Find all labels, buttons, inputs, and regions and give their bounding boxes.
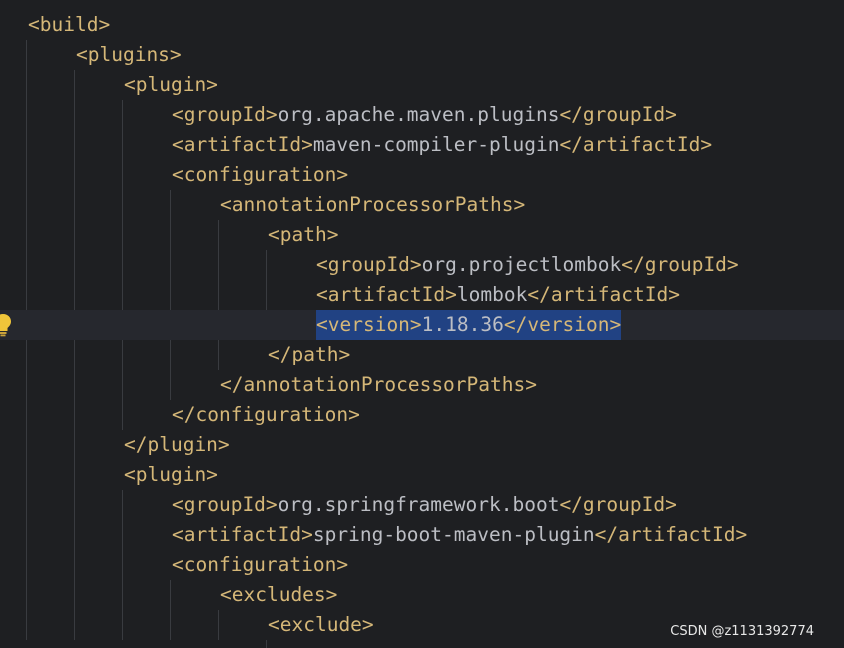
- code-text: </path>: [268, 340, 350, 370]
- xml-tag: </artifactId>: [527, 283, 680, 306]
- code-text: <build>: [28, 10, 110, 40]
- xml-value: maven-compiler-plugin: [312, 133, 560, 156]
- xml-tag: <artifactId>: [172, 133, 313, 156]
- code-text: <plugin>: [124, 70, 218, 100]
- xml-tag: <version>: [316, 313, 422, 336]
- code-text: <configuration>: [172, 550, 348, 580]
- xml-tag: </groupId>: [559, 103, 677, 126]
- code-text: <groupId>org.apache.maven.plugins</group…: [172, 100, 677, 130]
- code-text: <groupId>org.springframework.boot</group…: [172, 490, 677, 520]
- code-text: <annotationProcessorPaths>: [220, 190, 525, 220]
- code-text: </configuration>: [172, 400, 360, 430]
- xml-tag: </groupId>: [559, 493, 677, 516]
- code-line[interactable]: <plugin>: [0, 460, 844, 490]
- xml-tag: </configuration>: [172, 403, 360, 426]
- watermark: CSDN @z1131392774: [670, 624, 814, 639]
- xml-tag: </groupId>: [621, 253, 739, 276]
- code-line[interactable]: <artifactId>lombok</artifactId>: [0, 280, 844, 310]
- code-line[interactable]: <build>: [0, 10, 844, 40]
- code-text: <plugins>: [76, 40, 182, 70]
- selected-text: <version>1.18.36</version>: [316, 310, 622, 340]
- code-text: <artifactId>spring-boot-maven-plugin</ar…: [172, 520, 747, 550]
- xml-tag: <plugin>: [124, 463, 218, 486]
- xml-value: spring-boot-maven-plugin: [312, 523, 595, 546]
- code-line[interactable]: </path>: [0, 340, 844, 370]
- xml-tag: </path>: [268, 343, 351, 366]
- code-line[interactable]: <artifactId>maven-compiler-plugin</artif…: [0, 130, 844, 160]
- xml-tag: </version>: [503, 313, 622, 336]
- xml-tag: </artifactId>: [559, 133, 713, 156]
- xml-tag: <annotationProcessorPaths>: [220, 193, 526, 216]
- xml-tag: <groupId>: [316, 253, 422, 276]
- code-line[interactable]: <configuration>: [0, 550, 844, 580]
- code-text: <path>: [268, 220, 338, 250]
- code-line[interactable]: <artifactId>spring-boot-maven-plugin</ar…: [0, 520, 844, 550]
- code-line[interactable]: <plugins>: [0, 40, 844, 70]
- xml-value: lombok: [456, 283, 528, 306]
- code-line[interactable]: <groupId>org.apache.maven.plugins</group…: [0, 100, 844, 130]
- xml-tag: <artifactId>: [172, 523, 313, 546]
- code-text: <configuration>: [172, 160, 348, 190]
- code-line[interactable]: </configuration>: [0, 400, 844, 430]
- code-line[interactable]: <configuration>: [0, 160, 844, 190]
- indent-guide: [266, 640, 267, 648]
- code-text: </annotationProcessorPaths>: [220, 370, 537, 400]
- code-line[interactable]: <excludes>: [0, 580, 844, 610]
- code-line[interactable]: <plugin>: [0, 70, 844, 100]
- code-text: <artifactId>lombok</artifactId>: [316, 280, 680, 310]
- code-line[interactable]: <groupId>org.springframework.boot</group…: [0, 490, 844, 520]
- code-text: <exclude>: [268, 610, 374, 640]
- xml-value: org.apache.maven.plugins: [277, 103, 560, 126]
- xml-tag: </artifactId>: [594, 523, 748, 546]
- lightbulb-icon[interactable]: [0, 313, 12, 337]
- xml-tag: <build>: [28, 13, 111, 36]
- code-text: <artifactId>maven-compiler-plugin</artif…: [172, 130, 712, 160]
- code-line[interactable]: <version>1.18.36</version>: [0, 310, 844, 340]
- code-line[interactable]: </annotationProcessorPaths>: [0, 370, 844, 400]
- xml-tag: <artifactId>: [316, 283, 457, 306]
- xml-value: 1.18.36: [421, 313, 504, 336]
- xml-value: org.projectlombok: [421, 253, 622, 276]
- xml-tag: <groupId>: [172, 103, 278, 126]
- code-text: <plugin>: [124, 460, 218, 490]
- xml-tag: <excludes>: [220, 583, 338, 606]
- code-text: <groupId>org.projectlombok</groupId>: [316, 250, 739, 280]
- code-line[interactable]: <annotationProcessorPaths>: [0, 190, 844, 220]
- code-line[interactable]: </plugin>: [0, 430, 844, 460]
- code-editor[interactable]: <exclude> <excludes> <configuration> <artif…: [0, 0, 844, 648]
- xml-tag: </annotationProcessorPaths>: [220, 373, 537, 396]
- xml-tag: <groupId>: [172, 493, 278, 516]
- xml-tag: <plugin>: [124, 73, 218, 96]
- xml-tag: <configuration>: [172, 163, 349, 186]
- code-text: </plugin>: [124, 430, 230, 460]
- xml-tag: <configuration>: [172, 553, 349, 576]
- xml-value: org.springframework.boot: [277, 493, 560, 516]
- xml-tag: </plugin>: [124, 433, 230, 456]
- code-line[interactable]: <path>: [0, 220, 844, 250]
- xml-tag: <path>: [268, 223, 339, 246]
- xml-tag: <exclude>: [268, 613, 374, 636]
- code-line[interactable]: <groupId>org.projectlombok</groupId>: [0, 250, 844, 280]
- code-text: <excludes>: [220, 580, 337, 610]
- xml-tag: <plugins>: [76, 43, 182, 66]
